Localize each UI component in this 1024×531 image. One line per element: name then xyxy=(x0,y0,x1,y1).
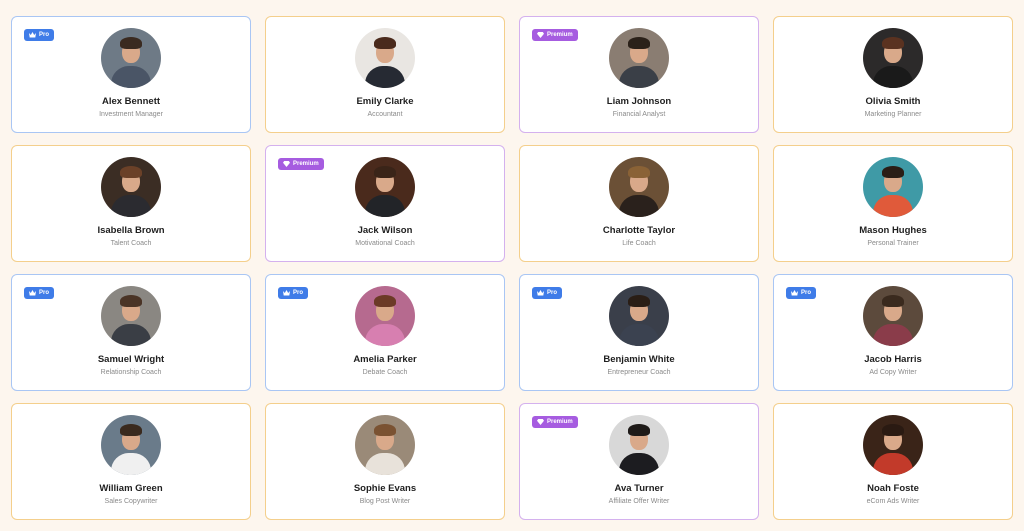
badge-label: Pro xyxy=(39,32,50,38)
profile-role: Personal Trainer xyxy=(867,240,919,247)
profile-role: Life Coach xyxy=(622,240,656,247)
profile-card-jack-wilson[interactable]: Premium Jack Wilson Motivational Coach xyxy=(265,145,505,262)
badge-label: Pro xyxy=(293,290,304,296)
badge-label: Pro xyxy=(547,290,558,296)
avatar xyxy=(863,286,923,346)
profile-name: Olivia Smith xyxy=(865,96,921,107)
pro-badge: Pro xyxy=(278,287,309,299)
coach-card-grid: Pro Alex Bennett Investment Manager Emily C… xyxy=(11,16,1013,520)
diamond-icon xyxy=(537,32,544,38)
profile-role: Blog Post Writer xyxy=(359,498,411,505)
profile-name: Sophie Evans xyxy=(353,483,417,494)
avatar xyxy=(863,415,923,475)
badge-label: Pro xyxy=(801,290,812,296)
avatar xyxy=(101,415,161,475)
profile-name: William Green xyxy=(99,483,163,494)
badge-label: Premium xyxy=(547,32,573,38)
profile-role: Talent Coach xyxy=(110,240,152,247)
avatar xyxy=(609,28,669,88)
avatar xyxy=(101,28,161,88)
profile-card-alex-bennett[interactable]: Pro Alex Bennett Investment Manager xyxy=(11,16,251,133)
profile-name: Jack Wilson xyxy=(357,225,413,236)
profile-name: Isabella Brown xyxy=(97,225,165,236)
crown-icon xyxy=(29,290,36,296)
crown-icon xyxy=(29,32,36,38)
profile-role: Entrepreneur Coach xyxy=(607,369,671,376)
premium-badge: Premium xyxy=(532,416,578,428)
avatar xyxy=(355,286,415,346)
profile-card-samuel-wright[interactable]: Pro Samuel Wright Relationship Coach xyxy=(11,274,251,391)
profile-card-benjamin-white[interactable]: Pro Benjamin White Entrepreneur Coach xyxy=(519,274,759,391)
profile-name: Charlotte Taylor xyxy=(602,225,676,236)
avatar xyxy=(355,28,415,88)
profile-name: Noah Foste xyxy=(867,483,919,494)
avatar xyxy=(863,28,923,88)
profile-role: Debate Coach xyxy=(362,369,408,376)
profile-card-jacob-harris[interactable]: Pro Jacob Harris Ad Copy Writer xyxy=(773,274,1013,391)
avatar xyxy=(101,286,161,346)
profile-card-noah-foste[interactable]: Noah Foste eCom Ads Writer xyxy=(773,403,1013,520)
crown-icon xyxy=(283,290,290,296)
profile-card-william-green[interactable]: William Green Sales Copywriter xyxy=(11,403,251,520)
profile-card-mason-hughes[interactable]: Mason Hughes Personal Trainer xyxy=(773,145,1013,262)
avatar xyxy=(609,157,669,217)
profile-role: Accountant xyxy=(367,111,403,118)
profile-card-liam-johnson[interactable]: Premium Liam Johnson Financial Analyst xyxy=(519,16,759,133)
profile-card-olivia-smith[interactable]: Olivia Smith Marketing Planner xyxy=(773,16,1013,133)
profile-role: eCom Ads Writer xyxy=(866,498,920,505)
profile-role: Motivational Coach xyxy=(355,240,415,247)
diamond-icon xyxy=(537,419,544,425)
profile-card-ava-turner[interactable]: Premium Ava Turner Affiliate Offer Writer xyxy=(519,403,759,520)
profile-role: Relationship Coach xyxy=(100,369,162,376)
profile-name: Liam Johnson xyxy=(606,96,672,107)
badge-label: Pro xyxy=(39,290,50,296)
premium-badge: Premium xyxy=(532,29,578,41)
profile-name: Mason Hughes xyxy=(859,225,927,236)
pro-badge: Pro xyxy=(786,287,817,299)
badge-label: Premium xyxy=(547,419,573,425)
avatar xyxy=(101,157,161,217)
crown-icon xyxy=(791,290,798,296)
profile-name: Benjamin White xyxy=(603,354,675,365)
profile-name: Alex Bennett xyxy=(101,96,161,107)
badge-label: Premium xyxy=(293,161,319,167)
premium-badge: Premium xyxy=(278,158,324,170)
profile-card-isabella-brown[interactable]: Isabella Brown Talent Coach xyxy=(11,145,251,262)
pro-badge: Pro xyxy=(532,287,563,299)
pro-badge: Pro xyxy=(24,287,55,299)
profile-card-amelia-parker[interactable]: Pro Amelia Parker Debate Coach xyxy=(265,274,505,391)
profile-name: Amelia Parker xyxy=(353,354,417,365)
avatar xyxy=(863,157,923,217)
profile-card-charlotte-taylor[interactable]: Charlotte Taylor Life Coach xyxy=(519,145,759,262)
profile-card-emily-clarke[interactable]: Emily Clarke Accountant xyxy=(265,16,505,133)
profile-role: Affiliate Offer Writer xyxy=(608,498,670,505)
pro-badge: Pro xyxy=(24,29,55,41)
profile-name: Ava Turner xyxy=(614,483,664,494)
profile-name: Jacob Harris xyxy=(864,354,922,365)
profile-name: Samuel Wright xyxy=(97,354,165,365)
profile-role: Ad Copy Writer xyxy=(869,369,917,376)
avatar xyxy=(355,157,415,217)
profile-name: Emily Clarke xyxy=(356,96,414,107)
avatar xyxy=(609,415,669,475)
crown-icon xyxy=(537,290,544,296)
avatar xyxy=(609,286,669,346)
profile-card-sophie-evans[interactable]: Sophie Evans Blog Post Writer xyxy=(265,403,505,520)
profile-role: Financial Analyst xyxy=(612,111,666,118)
profile-role: Marketing Planner xyxy=(864,111,922,118)
diamond-icon xyxy=(283,161,290,167)
avatar xyxy=(355,415,415,475)
profile-role: Sales Copywriter xyxy=(104,498,158,505)
profile-role: Investment Manager xyxy=(99,111,163,118)
